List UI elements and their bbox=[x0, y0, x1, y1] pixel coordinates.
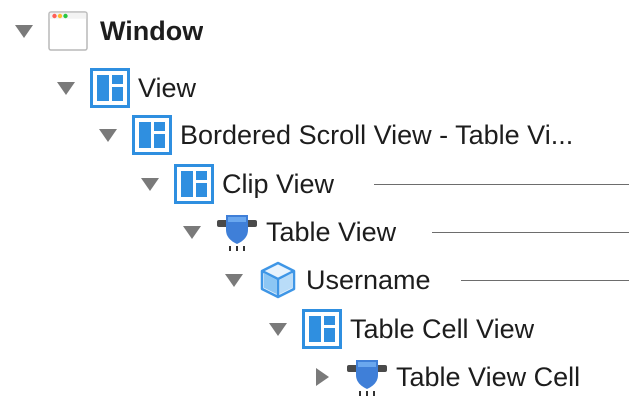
outline-row-label: Clip View bbox=[222, 170, 335, 198]
disclosure-triangle-expanded-icon[interactable] bbox=[56, 78, 76, 98]
outline-row-label: Window bbox=[100, 17, 204, 45]
outline-row-clip-view[interactable]: Clip View bbox=[0, 160, 629, 208]
connection-line bbox=[460, 279, 629, 281]
disclosure-triangle-expanded-icon[interactable] bbox=[14, 21, 34, 41]
disclosure-triangle-expanded-icon[interactable] bbox=[182, 222, 202, 242]
outline-row-label: Table View Cell bbox=[396, 363, 581, 391]
view-icon bbox=[132, 115, 172, 155]
disclosure-triangle-collapsed-icon[interactable] bbox=[312, 367, 332, 387]
outline-row-label: Bordered Scroll View - Table Vi... bbox=[180, 121, 574, 149]
outline-row-table-view-cell[interactable]: Table View Cell bbox=[0, 353, 629, 401]
outline-row-label: Table View bbox=[266, 218, 397, 246]
outline-row-window[interactable]: Window bbox=[0, 7, 629, 55]
outline-row-bordered-scroll-view[interactable]: Bordered Scroll View - Table Vi... bbox=[0, 111, 629, 159]
outline-row-view[interactable]: View bbox=[0, 64, 629, 112]
window-icon bbox=[48, 11, 88, 51]
disclosure-triangle-expanded-icon[interactable] bbox=[98, 125, 118, 145]
disclosure-triangle-expanded-icon[interactable] bbox=[268, 319, 288, 339]
view-icon bbox=[302, 309, 342, 349]
outline-row-label: View bbox=[138, 74, 197, 102]
table-view-icon bbox=[346, 357, 388, 397]
disclosure-triangle-expanded-icon[interactable] bbox=[140, 174, 160, 194]
cube-icon bbox=[258, 260, 298, 300]
outline-row-username[interactable]: Username bbox=[0, 256, 629, 304]
disclosure-triangle-expanded-icon[interactable] bbox=[224, 270, 244, 290]
outline-row-label: Username bbox=[306, 266, 431, 294]
table-view-icon bbox=[216, 212, 258, 252]
outline-row-table-view[interactable]: Table View bbox=[0, 208, 629, 256]
view-icon bbox=[90, 68, 130, 108]
document-outline-tree: Window View Bordered Scroll View - Table… bbox=[0, 0, 629, 397]
outline-row-table-cell-view[interactable]: Table Cell View bbox=[0, 305, 629, 353]
view-icon bbox=[174, 164, 214, 204]
connection-line bbox=[374, 183, 629, 185]
outline-row-label: Table Cell View bbox=[350, 315, 535, 343]
connection-line bbox=[432, 231, 629, 233]
